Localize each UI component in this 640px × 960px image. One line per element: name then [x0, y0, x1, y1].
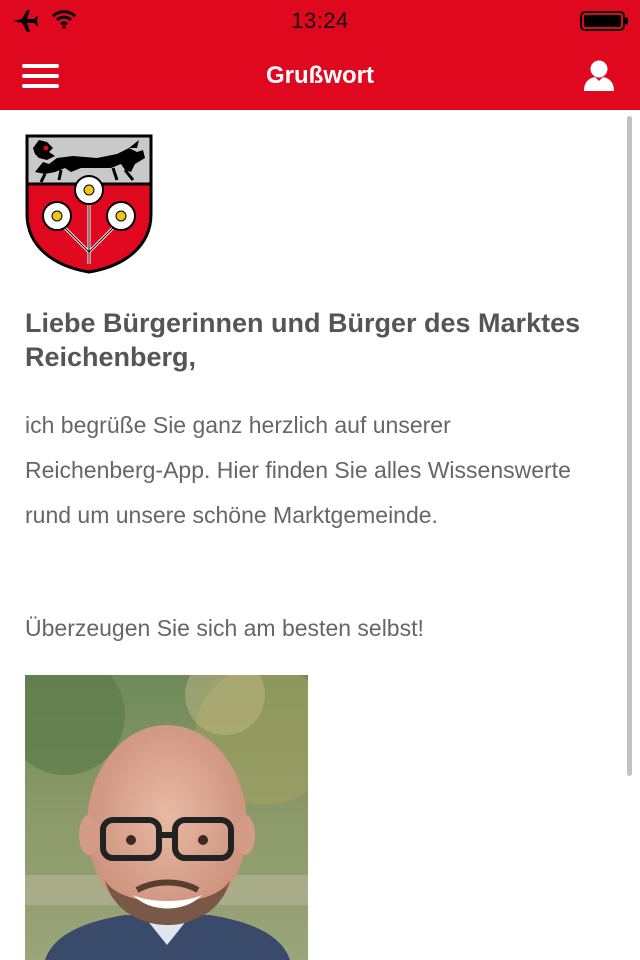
coat-of-arms-image [25, 134, 153, 274]
page-title: Grußwort [266, 62, 374, 89]
content-area: Liebe Bürgerinnen und Bürger des Marktes… [0, 110, 640, 960]
status-bar: 13:24 [0, 0, 640, 40]
status-time: 13:24 [291, 8, 349, 33]
greeting-heading: Liebe Bürgerinnen und Bürger des Marktes… [25, 308, 581, 372]
user-icon[interactable] [582, 58, 616, 92]
scrollbar[interactable] [627, 116, 632, 776]
greeting-paragraph: ich begrüße Sie ganz herzlich auf unsere… [25, 412, 571, 528]
navigation-bar: Grußwort [0, 40, 640, 110]
mayor-photo [25, 675, 308, 960]
closing-paragraph: Überzeugen Sie sich am besten selbst! [25, 615, 424, 641]
battery-icon [580, 11, 628, 31]
